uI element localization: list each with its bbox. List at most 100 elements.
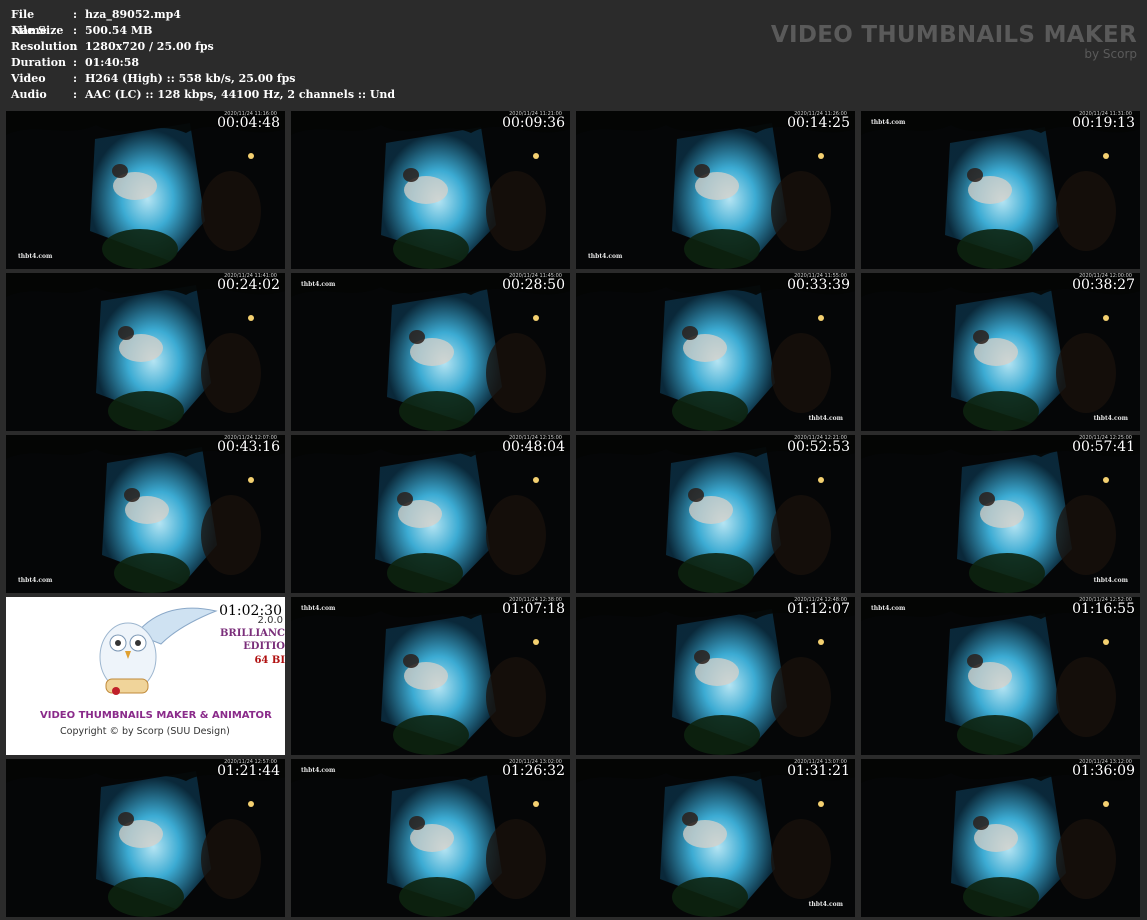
file-info-value: 1280x720 / 25.00 fps	[85, 40, 214, 53]
video-frame	[576, 435, 855, 593]
video-frame	[861, 435, 1140, 593]
video-thumbnail[interactable]: 2020/11/24 13:02:00 01:26:32 thbt4.com	[291, 759, 570, 917]
brand-subtitle: by Scorp	[1084, 47, 1137, 61]
video-frame	[291, 273, 570, 431]
file-info-key: Audio	[11, 88, 47, 101]
thumbnail-time: 00:14:25	[787, 115, 850, 131]
thumbnail-time: 00:19:13	[1072, 115, 1135, 131]
file-info-panel: File Name: hza_89052.mp4 File Size:500.54 …	[11, 7, 395, 103]
video-thumbnail[interactable]: 2020/11/24 13:07:00 01:31:21 thbt4.com	[576, 759, 855, 917]
video-frame	[6, 759, 285, 917]
promo-copyright: Copyright © by Scorp (SUU Design)	[60, 726, 230, 737]
owl-logo-icon	[99, 607, 218, 695]
video-frame	[291, 597, 570, 755]
watermark-text: thbt4.com	[1093, 415, 1128, 422]
thumbnail-time: 00:57:41	[1072, 439, 1135, 455]
video-thumbnail[interactable]: 2020/11/24 12:48:00 01:12:07	[576, 597, 855, 755]
video-frame	[576, 111, 855, 269]
file-info-separator: :	[73, 88, 78, 101]
file-info-value: 500.54 MB	[85, 24, 153, 37]
video-frame	[861, 273, 1140, 431]
video-thumbnail[interactable]: 2020/11/24 11:55:00 00:33:39 thbt4.com	[576, 273, 855, 431]
video-frame	[6, 273, 285, 431]
thumbnail-time: 00:28:50	[502, 277, 565, 293]
file-info-value: H264 (High) :: 558 kb/s, 25.00 fps	[85, 72, 296, 85]
video-thumbnail[interactable]: 2020/11/24 12:07:00 00:43:16 thbt4.com	[6, 435, 285, 593]
file-info-row: Video: H264 (High) :: 558 kb/s, 25.00 fps	[11, 71, 395, 87]
promo-product-name: VIDEO THUMBNAILS MAKER & ANIMATOR	[40, 710, 272, 721]
video-frame	[291, 111, 570, 269]
thumbnail-time: 00:24:02	[217, 277, 280, 293]
file-info-key: File Size	[11, 24, 64, 37]
thumbnail-time: 00:48:04	[502, 439, 565, 455]
brand-logo: VIDEO THUMBNAILS MAKER by Scorp	[771, 22, 1137, 60]
watermark-text: thbt4.com	[301, 605, 336, 612]
video-frame	[291, 435, 570, 593]
promo-version: 2.0.0	[257, 615, 283, 626]
thumbnail-time: 01:21:44	[217, 763, 280, 779]
watermark-text: thbt4.com	[301, 767, 336, 774]
video-thumbnail[interactable]: 2020/11/24 11:16:00 00:04:48 thbt4.com	[6, 111, 285, 269]
video-thumbnail[interactable]: 2020/11/24 11:21:00 00:09:36	[291, 111, 570, 269]
file-info-separator: :	[73, 8, 78, 21]
file-info-value: 01:40:58	[85, 56, 140, 69]
thumbnail-time: 00:33:39	[787, 277, 850, 293]
file-info-key: Video	[11, 72, 46, 85]
video-frame	[291, 759, 570, 917]
promo-panel: 01:02:30 2.0.0 BRILLIANC EDITIO 64 BI VIDEO T…	[6, 597, 285, 755]
promo-edition-line2: EDITIO	[243, 641, 285, 652]
thumbnail-time: 01:07:18	[502, 601, 565, 617]
file-info-separator: :	[73, 72, 78, 85]
file-info-separator: :	[73, 56, 78, 69]
watermark-text: thbt4.com	[18, 253, 53, 260]
file-info-row: File Size:500.54 MB	[11, 23, 395, 39]
video-thumbnail[interactable]: 2020/11/24 12:38:00 01:07:18 thbt4.com	[291, 597, 570, 755]
video-thumbnail[interactable]: 2020/11/24 12:52:00 01:16:55 thbt4.com	[861, 597, 1140, 755]
file-info-separator: :	[73, 24, 78, 37]
watermark-text: thbt4.com	[1093, 577, 1128, 584]
watermark-text: thbt4.com	[301, 281, 336, 288]
video-frame	[576, 273, 855, 431]
thumbnail-time: 00:09:36	[502, 115, 565, 131]
file-info-value: hza_89052.mp4	[85, 8, 181, 21]
video-frame	[6, 435, 285, 593]
file-info-key: Duration	[11, 56, 67, 69]
video-thumbnail[interactable]: 2020/11/24 12:00:00 00:38:27 thbt4.com	[861, 273, 1140, 431]
file-info-key: File Name	[11, 8, 47, 37]
video-frame	[861, 111, 1140, 269]
file-info-row: File Name: hza_89052.mp4	[11, 7, 395, 37]
thumbnail-time: 00:43:16	[217, 439, 280, 455]
video-thumbnail[interactable]: 2020/11/24 11:45:00 00:28:50 thbt4.com	[291, 273, 570, 431]
video-thumbnail[interactable]: 2020/11/24 12:21:00 00:52:53	[576, 435, 855, 593]
watermark-text: thbt4.com	[808, 901, 843, 908]
video-thumbnail[interactable]: 2020/11/24 12:15:00 00:48:04	[291, 435, 570, 593]
video-thumbnail[interactable]: 2020/11/24 12:57:00 01:21:44	[6, 759, 285, 917]
promo-edition-line3: 64 BI	[254, 655, 285, 666]
file-info-row: Duration:01:40:58	[11, 55, 395, 71]
video-thumbnail[interactable]: 2020/11/24 13:12:00 01:36:09	[861, 759, 1140, 917]
watermark-text: thbt4.com	[588, 253, 623, 260]
video-frame	[861, 759, 1140, 917]
watermark-text: thbt4.com	[871, 119, 906, 126]
file-info-row: Resolution:1280x720 / 25.00 fps	[11, 39, 395, 55]
video-thumbnail[interactable]: 2020/11/24 11:26:00 00:14:25 thbt4.com	[576, 111, 855, 269]
file-info-key: Resolution	[11, 40, 78, 53]
video-thumbnail[interactable]: 2020/11/24 12:25:00 00:57:41 thbt4.com	[861, 435, 1140, 593]
thumbnail-time: 00:38:27	[1072, 277, 1135, 293]
brand-title: VIDEO THUMBNAILS MAKER	[770, 22, 1137, 48]
thumbnail-time: 00:04:48	[217, 115, 280, 131]
watermark-text: thbt4.com	[808, 415, 843, 422]
thumbnail-time: 01:26:32	[502, 763, 565, 779]
file-info-value: AAC (LC) :: 128 kbps, 44100 Hz, 2 channe…	[85, 88, 396, 101]
thumbnail-time: 01:36:09	[1072, 763, 1135, 779]
file-info-separator: :	[73, 40, 78, 53]
thumbnail-time: 01:31:21	[787, 763, 850, 779]
watermark-text: thbt4.com	[18, 577, 53, 584]
file-info-row: Audio: AAC (LC) :: 128 kbps, 44100 Hz, 2 …	[11, 87, 395, 103]
video-thumbnail[interactable]: 2020/11/24 11:41:00 00:24:02	[6, 273, 285, 431]
video-thumbnail[interactable]: 2020/11/24 11:31:00 00:19:13 thbt4.com	[861, 111, 1140, 269]
watermark-text: thbt4.com	[871, 605, 906, 612]
thumbnail-time: 01:16:55	[1072, 601, 1135, 617]
thumbnail-time: 00:52:53	[787, 439, 850, 455]
video-frame	[861, 597, 1140, 755]
